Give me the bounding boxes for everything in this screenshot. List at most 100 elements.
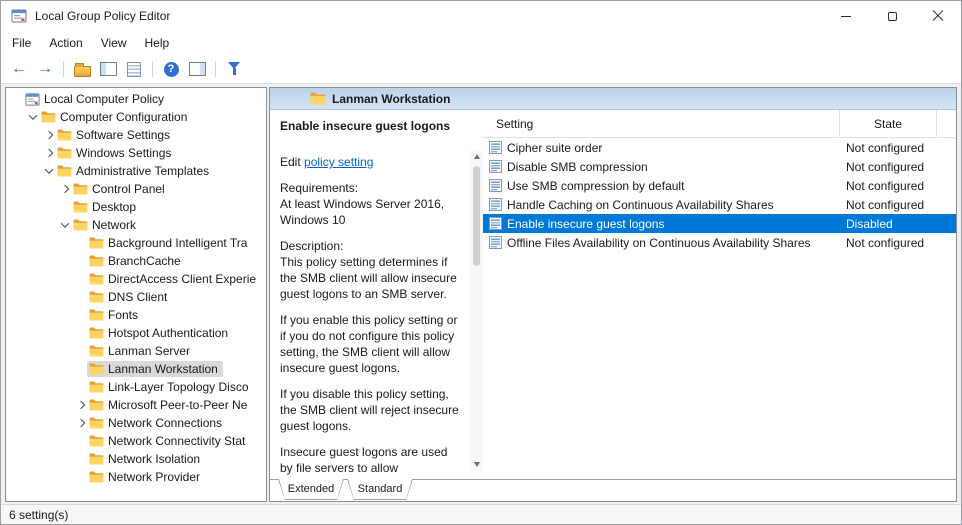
- menu-file[interactable]: File: [3, 33, 40, 53]
- settings-row[interactable]: Enable insecure guest logons Disabled: [483, 214, 956, 233]
- tree-item[interactable]: Administrative Templates: [6, 162, 266, 180]
- description-paragraph-text: If you enable this policy setting or if …: [280, 313, 458, 375]
- scrollbar-thumb[interactable]: [473, 166, 480, 266]
- tree-item-label: Network: [92, 218, 137, 232]
- pane-header-title: Lanman Workstation: [332, 91, 451, 106]
- description-scrollbar[interactable]: [470, 150, 483, 471]
- help-icon[interactable]: [159, 58, 183, 80]
- policy-setting-icon: [489, 141, 502, 154]
- close-icon: [932, 10, 944, 22]
- tree-item[interactable]: Hotspot Authentication: [6, 324, 266, 342]
- tree-item[interactable]: Windows Settings: [6, 144, 266, 162]
- menu-action[interactable]: Action: [40, 33, 91, 53]
- tree-item[interactable]: BranchCache: [6, 252, 266, 270]
- chevron-icon[interactable]: [58, 219, 71, 232]
- chevron-icon[interactable]: [10, 93, 23, 106]
- chevron-icon[interactable]: [74, 345, 87, 358]
- chevron-icon[interactable]: [26, 111, 39, 124]
- chevron-icon[interactable]: [74, 273, 87, 286]
- chevron-icon[interactable]: [42, 147, 55, 160]
- chevron-icon[interactable]: [74, 381, 87, 394]
- edit-prefix: Edit: [280, 155, 305, 169]
- policy-setting-icon: [489, 217, 502, 230]
- tree-item[interactable]: Network Connectivity Stat: [6, 432, 266, 450]
- chevron-icon[interactable]: [74, 471, 87, 484]
- column-header-setting[interactable]: Setting: [483, 110, 840, 137]
- chevron-icon[interactable]: [74, 291, 87, 304]
- tree-item[interactable]: Fonts: [6, 306, 266, 324]
- folder-icon: [73, 219, 88, 231]
- tree-item[interactable]: Local Computer Policy: [6, 90, 266, 108]
- chevron-icon[interactable]: [74, 417, 87, 430]
- tree-item[interactable]: DNS Client: [6, 288, 266, 306]
- tree-item[interactable]: Microsoft Peer-to-Peer Ne: [6, 396, 266, 414]
- scroll-down-icon[interactable]: [470, 458, 483, 471]
- console-tree-pane: Local Computer Policy Computer Configura…: [5, 87, 267, 502]
- export-list-icon[interactable]: [122, 58, 146, 80]
- tree-item[interactable]: Desktop: [6, 198, 266, 216]
- tree-item[interactable]: Lanman Server: [6, 342, 266, 360]
- details-pane: Lanman Workstation Enable insecure guest…: [269, 87, 957, 502]
- folder-icon: [73, 201, 88, 213]
- edit-policy-setting-line: Edit policy setting: [280, 154, 463, 170]
- tree-item-label: Computer Configuration: [60, 110, 188, 124]
- description-paragraph: Insecure guest logons are used by file s…: [280, 444, 463, 476]
- minimize-button[interactable]: [823, 1, 869, 31]
- column-header-state[interactable]: State: [840, 110, 937, 137]
- back-icon[interactable]: [7, 58, 31, 80]
- settings-row[interactable]: Disable SMB compression Not configured: [483, 157, 956, 176]
- tree-item[interactable]: Lanman Workstation: [6, 360, 266, 378]
- policy-setting-icon: [489, 198, 502, 211]
- selected-policy-title: Enable insecure guest logons: [280, 119, 451, 133]
- tree-item[interactable]: Control Panel: [6, 180, 266, 198]
- tree-item[interactable]: DirectAccess Client Experie: [6, 270, 266, 288]
- tree-item[interactable]: Network: [6, 216, 266, 234]
- statusbar: 6 setting(s): [1, 504, 961, 524]
- chevron-icon[interactable]: [42, 129, 55, 142]
- maximize-button[interactable]: [869, 1, 915, 31]
- tree-item[interactable]: Background Intelligent Tra: [6, 234, 266, 252]
- menu-view[interactable]: View: [92, 33, 136, 53]
- tree-item[interactable]: Network Isolation: [6, 450, 266, 468]
- chevron-icon[interactable]: [42, 165, 55, 178]
- description-label: Description:: [280, 239, 344, 253]
- edit-policy-setting-link[interactable]: policy setting: [304, 155, 373, 169]
- toolbar-separator: [59, 58, 68, 80]
- chevron-icon[interactable]: [74, 363, 87, 376]
- chevron-icon[interactable]: [74, 327, 87, 340]
- close-button[interactable]: [915, 1, 961, 31]
- tree-item[interactable]: Network Provider: [6, 468, 266, 486]
- settings-row[interactable]: Cipher suite order Not configured: [483, 138, 956, 157]
- up-level-icon[interactable]: [70, 58, 94, 80]
- description-paragraph-text: If you disable this policy setting, the …: [280, 387, 459, 433]
- tree-item[interactable]: Network Connections: [6, 414, 266, 432]
- chevron-icon[interactable]: [74, 453, 87, 466]
- filter-icon[interactable]: [222, 58, 246, 80]
- chevron-icon[interactable]: [74, 435, 87, 448]
- chevron-icon[interactable]: [74, 309, 87, 322]
- menu-help[interactable]: Help: [136, 33, 179, 53]
- scroll-up-icon[interactable]: [470, 150, 483, 163]
- tree-item-label: Hotspot Authentication: [108, 326, 229, 340]
- tab-standard[interactable]: Standard: [347, 479, 413, 500]
- tree-item-label: Software Settings: [76, 128, 171, 142]
- toolbar-separator: [148, 58, 157, 80]
- show-console-tree-icon[interactable]: [96, 58, 120, 80]
- chevron-icon[interactable]: [74, 399, 87, 412]
- tab-extended[interactable]: Extended: [278, 479, 344, 500]
- tree-item[interactable]: Link-Layer Topology Disco: [6, 378, 266, 396]
- settings-row[interactable]: Use SMB compression by default Not confi…: [483, 176, 956, 195]
- tab-label: Extended: [287, 482, 335, 495]
- settings-row[interactable]: Offline Files Availability on Continuous…: [483, 233, 956, 252]
- tree-item[interactable]: Software Settings: [6, 126, 266, 144]
- forward-icon[interactable]: [33, 58, 57, 80]
- action-pane-icon[interactable]: [185, 58, 209, 80]
- chevron-icon[interactable]: [74, 237, 87, 250]
- tree-item[interactable]: Computer Configuration: [6, 108, 266, 126]
- settings-row[interactable]: Handle Caching on Continuous Availabilit…: [483, 195, 956, 214]
- setting-name: Handle Caching on Continuous Availabilit…: [507, 197, 774, 212]
- chevron-icon[interactable]: [58, 201, 71, 214]
- window-title: Local Group Policy Editor: [35, 9, 171, 23]
- chevron-icon[interactable]: [58, 183, 71, 196]
- chevron-icon[interactable]: [74, 255, 87, 268]
